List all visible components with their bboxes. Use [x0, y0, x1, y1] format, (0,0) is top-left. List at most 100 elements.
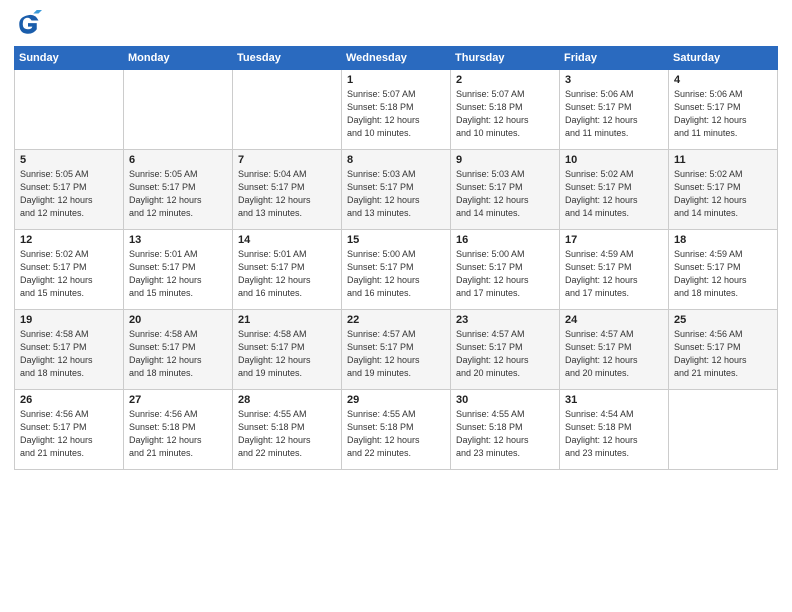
day-number: 12 — [20, 234, 118, 246]
day-number: 26 — [20, 394, 118, 406]
calendar-day-18: 18 Sunrise: 4:59 AMSunset: 5:17 PMDayligh… — [669, 230, 778, 310]
day-info: Sunrise: 5:07 AMSunset: 5:18 PMDaylight:… — [347, 88, 445, 140]
day-info: Sunrise: 5:01 AMSunset: 5:17 PMDaylight:… — [238, 248, 336, 300]
day-info: Sunrise: 4:57 AMSunset: 5:17 PMDaylight:… — [456, 328, 554, 380]
calendar-day-1: 1 Sunrise: 5:07 AMSunset: 5:18 PMDaylight… — [342, 70, 451, 150]
calendar-day-3: 3 Sunrise: 5:06 AMSunset: 5:17 PMDaylight… — [560, 70, 669, 150]
day-info: Sunrise: 4:57 AMSunset: 5:17 PMDaylight:… — [347, 328, 445, 380]
day-number: 17 — [565, 234, 663, 246]
day-info: Sunrise: 5:05 AMSunset: 5:17 PMDaylight:… — [129, 168, 227, 220]
day-number: 4 — [674, 74, 772, 86]
day-number: 10 — [565, 154, 663, 166]
day-header-wednesday: Wednesday — [342, 47, 451, 70]
day-info: Sunrise: 5:03 AMSunset: 5:17 PMDaylight:… — [347, 168, 445, 220]
day-info: Sunrise: 5:01 AMSunset: 5:17 PMDaylight:… — [129, 248, 227, 300]
header — [14, 10, 778, 38]
day-header-monday: Monday — [124, 47, 233, 70]
day-info: Sunrise: 4:54 AMSunset: 5:18 PMDaylight:… — [565, 408, 663, 460]
day-number: 29 — [347, 394, 445, 406]
day-info: Sunrise: 5:02 AMSunset: 5:17 PMDaylight:… — [20, 248, 118, 300]
calendar-day-19: 19 Sunrise: 4:58 AMSunset: 5:17 PMDayligh… — [15, 310, 124, 390]
day-info: Sunrise: 4:58 AMSunset: 5:17 PMDaylight:… — [20, 328, 118, 380]
day-info: Sunrise: 5:00 AMSunset: 5:17 PMDaylight:… — [347, 248, 445, 300]
calendar-week-1: 5Sunrise: 5:05 AMSunset: 5:17 PMDaylight… — [15, 150, 778, 230]
calendar-day-30: 30Sunrise: 4:55 AMSunset: 5:18 PMDayligh… — [451, 390, 560, 470]
day-info: Sunrise: 4:55 AMSunset: 5:18 PMDaylight:… — [238, 408, 336, 460]
calendar-week-4: 26 Sunrise: 4:56 AMSunset: 5:17 PMDayligh… — [15, 390, 778, 470]
day-header-saturday: Saturday — [669, 47, 778, 70]
calendar-empty — [669, 390, 778, 470]
day-number: 11 — [674, 154, 772, 166]
day-info: Sunrise: 4:58 AMSunset: 5:17 PMDaylight:… — [129, 328, 227, 380]
day-info: Sunrise: 4:56 AMSunset: 5:17 PMDaylight:… — [20, 408, 118, 460]
day-info: Sunrise: 4:59 AMSunset: 5:17 PMDaylight:… — [674, 248, 772, 300]
calendar-day-25: 25 Sunrise: 4:56 AMSunset: 5:17 PMDayligh… — [669, 310, 778, 390]
calendar-day-5: 5Sunrise: 5:05 AMSunset: 5:17 PMDaylight… — [15, 150, 124, 230]
calendar-day-28: 28 Sunrise: 4:55 AMSunset: 5:18 PMDayligh… — [233, 390, 342, 470]
day-header-sunday: Sunday — [15, 47, 124, 70]
calendar-day-20: 20Sunrise: 4:58 AMSunset: 5:17 PMDayligh… — [124, 310, 233, 390]
day-number: 7 — [238, 154, 336, 166]
day-number: 14 — [238, 234, 336, 246]
calendar-day-10: 10 Sunrise: 5:02 AMSunset: 5:17 PMDayligh… — [560, 150, 669, 230]
calendar-table: SundayMondayTuesdayWednesdayThursdayFrid… — [14, 46, 778, 470]
calendar-day-6: 6Sunrise: 5:05 AMSunset: 5:17 PMDaylight… — [124, 150, 233, 230]
calendar-day-12: 12 Sunrise: 5:02 AMSunset: 5:17 PMDayligh… — [15, 230, 124, 310]
day-number: 25 — [674, 314, 772, 326]
day-number: 18 — [674, 234, 772, 246]
day-info: Sunrise: 5:05 AMSunset: 5:17 PMDaylight:… — [20, 168, 118, 220]
page: SundayMondayTuesdayWednesdayThursdayFrid… — [0, 0, 792, 612]
calendar-day-14: 14 Sunrise: 5:01 AMSunset: 5:17 PMDayligh… — [233, 230, 342, 310]
calendar-day-8: 8 Sunrise: 5:03 AMSunset: 5:17 PMDaylight… — [342, 150, 451, 230]
calendar-day-2: 2 Sunrise: 5:07 AMSunset: 5:18 PMDaylight… — [451, 70, 560, 150]
calendar-day-17: 17 Sunrise: 4:59 AMSunset: 5:17 PMDayligh… — [560, 230, 669, 310]
day-number: 28 — [238, 394, 336, 406]
calendar-empty — [15, 70, 124, 150]
calendar-day-7: 7 Sunrise: 5:04 AMSunset: 5:17 PMDaylight… — [233, 150, 342, 230]
day-number: 30 — [456, 394, 554, 406]
calendar-header-row: SundayMondayTuesdayWednesdayThursdayFrid… — [15, 47, 778, 70]
day-info: Sunrise: 5:02 AMSunset: 5:17 PMDaylight:… — [565, 168, 663, 220]
day-number: 15 — [347, 234, 445, 246]
day-number: 3 — [565, 74, 663, 86]
day-header-friday: Friday — [560, 47, 669, 70]
day-header-thursday: Thursday — [451, 47, 560, 70]
day-info: Sunrise: 5:00 AMSunset: 5:17 PMDaylight:… — [456, 248, 554, 300]
calendar-day-16: 16Sunrise: 5:00 AMSunset: 5:17 PMDayligh… — [451, 230, 560, 310]
day-info: Sunrise: 4:55 AMSunset: 5:18 PMDaylight:… — [347, 408, 445, 460]
day-number: 19 — [20, 314, 118, 326]
day-header-tuesday: Tuesday — [233, 47, 342, 70]
calendar-day-21: 21 Sunrise: 4:58 AMSunset: 5:17 PMDayligh… — [233, 310, 342, 390]
calendar-day-27: 27Sunrise: 4:56 AMSunset: 5:18 PMDayligh… — [124, 390, 233, 470]
day-info: Sunrise: 5:06 AMSunset: 5:17 PMDaylight:… — [565, 88, 663, 140]
calendar-day-23: 23 Sunrise: 4:57 AMSunset: 5:17 PMDayligh… — [451, 310, 560, 390]
day-info: Sunrise: 4:57 AMSunset: 5:17 PMDaylight:… — [565, 328, 663, 380]
calendar-week-2: 12 Sunrise: 5:02 AMSunset: 5:17 PMDayligh… — [15, 230, 778, 310]
day-number: 1 — [347, 74, 445, 86]
day-number: 21 — [238, 314, 336, 326]
calendar-empty — [233, 70, 342, 150]
day-number: 8 — [347, 154, 445, 166]
calendar-day-11: 11Sunrise: 5:02 AMSunset: 5:17 PMDayligh… — [669, 150, 778, 230]
day-info: Sunrise: 4:56 AMSunset: 5:17 PMDaylight:… — [674, 328, 772, 380]
day-info: Sunrise: 5:06 AMSunset: 5:17 PMDaylight:… — [674, 88, 772, 140]
day-info: Sunrise: 5:07 AMSunset: 5:18 PMDaylight:… — [456, 88, 554, 140]
day-number: 13 — [129, 234, 227, 246]
calendar-day-13: 13 Sunrise: 5:01 AMSunset: 5:17 PMDayligh… — [124, 230, 233, 310]
calendar-day-26: 26 Sunrise: 4:56 AMSunset: 5:17 PMDayligh… — [15, 390, 124, 470]
day-number: 23 — [456, 314, 554, 326]
calendar-empty — [124, 70, 233, 150]
day-info: Sunrise: 4:59 AMSunset: 5:17 PMDaylight:… — [565, 248, 663, 300]
calendar-week-0: 1 Sunrise: 5:07 AMSunset: 5:18 PMDaylight… — [15, 70, 778, 150]
logo-icon — [14, 10, 42, 38]
day-info: Sunrise: 5:04 AMSunset: 5:17 PMDaylight:… — [238, 168, 336, 220]
day-number: 9 — [456, 154, 554, 166]
day-info: Sunrise: 4:58 AMSunset: 5:17 PMDaylight:… — [238, 328, 336, 380]
calendar-day-15: 15 Sunrise: 5:00 AMSunset: 5:17 PMDayligh… — [342, 230, 451, 310]
day-number: 24 — [565, 314, 663, 326]
day-number: 22 — [347, 314, 445, 326]
day-number: 2 — [456, 74, 554, 86]
calendar-week-3: 19 Sunrise: 4:58 AMSunset: 5:17 PMDayligh… — [15, 310, 778, 390]
calendar-day-22: 22 Sunrise: 4:57 AMSunset: 5:17 PMDayligh… — [342, 310, 451, 390]
day-info: Sunrise: 5:03 AMSunset: 5:17 PMDaylight:… — [456, 168, 554, 220]
